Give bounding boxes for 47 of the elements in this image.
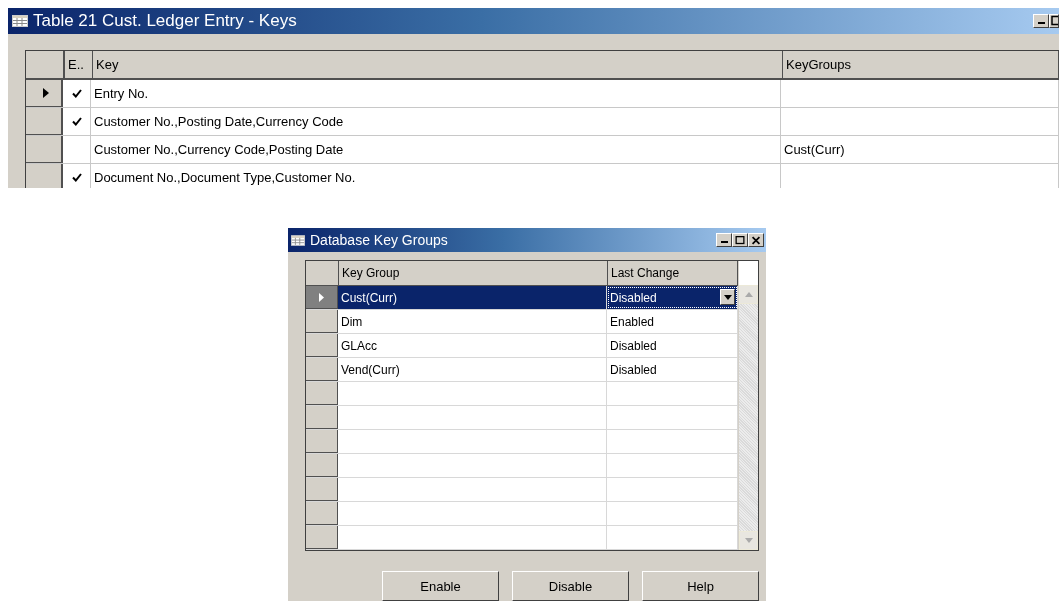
table-cell: Vend(Curr): [341, 362, 400, 377]
check-icon: [71, 89, 82, 98]
window-title: Table 21 Cust. Ledger Entry - Keys: [33, 11, 297, 31]
table-cell: Cust(Curr): [784, 142, 845, 157]
maximize-button[interactable]: [1049, 14, 1059, 28]
table-cell: Disabled: [610, 290, 657, 305]
table-cell: Cust(Curr): [341, 290, 397, 305]
row-selector[interactable]: [26, 80, 63, 107]
close-icon: [750, 234, 762, 246]
dialog-title: Database Key Groups: [310, 232, 448, 248]
check-icon: [71, 117, 82, 126]
dialog-button[interactable]: Help: [642, 571, 759, 601]
maximize-button[interactable]: [732, 233, 748, 247]
scroll-down-icon: [744, 538, 753, 543]
maximize-icon: [1050, 15, 1058, 27]
close-button[interactable]: [748, 233, 764, 247]
minimize-button[interactable]: [1033, 14, 1049, 28]
table-cell: Disabled: [610, 362, 657, 377]
column-header[interactable]: KeyGroups: [783, 51, 1059, 78]
dialog-button[interactable]: Enable: [382, 571, 499, 601]
table-cell: Dim: [341, 314, 363, 329]
current-row-icon: [319, 292, 324, 302]
table-cell: Enabled: [610, 314, 655, 329]
dropdown-button[interactable]: [720, 289, 735, 305]
minimize-icon: [1037, 22, 1045, 24]
scroll-up-icon: [744, 292, 753, 297]
table-cell: Customer No.,Currency Code,Posting Date: [94, 142, 344, 157]
table-cell: Customer No.,Posting Date,Currency Code: [94, 114, 344, 129]
check-icon: [71, 173, 82, 182]
column-header[interactable]: E..: [65, 51, 93, 78]
column-header[interactable]: Key: [93, 51, 783, 78]
current-row-icon: [43, 88, 49, 98]
minimize-icon: [720, 241, 728, 243]
caret-icon: [723, 294, 732, 300]
table-cell: Document No.,Document Type,Customer No.: [94, 170, 356, 185]
table-icon: [291, 234, 305, 246]
row-selector[interactable]: [306, 286, 338, 309]
minimize-button[interactable]: [716, 233, 732, 247]
vertical-scrollbar[interactable]: [738, 261, 758, 550]
column-header[interactable]: Last Change: [608, 261, 738, 285]
maximize-icon: [734, 234, 746, 246]
table-cell: Disabled: [610, 338, 657, 353]
dialog-button[interactable]: Disable: [512, 571, 629, 601]
column-header[interactable]: Key Group: [339, 261, 608, 285]
table-icon: [12, 15, 28, 27]
table-cell: GLAcc: [341, 338, 377, 353]
table-cell: Entry No.: [94, 86, 149, 101]
